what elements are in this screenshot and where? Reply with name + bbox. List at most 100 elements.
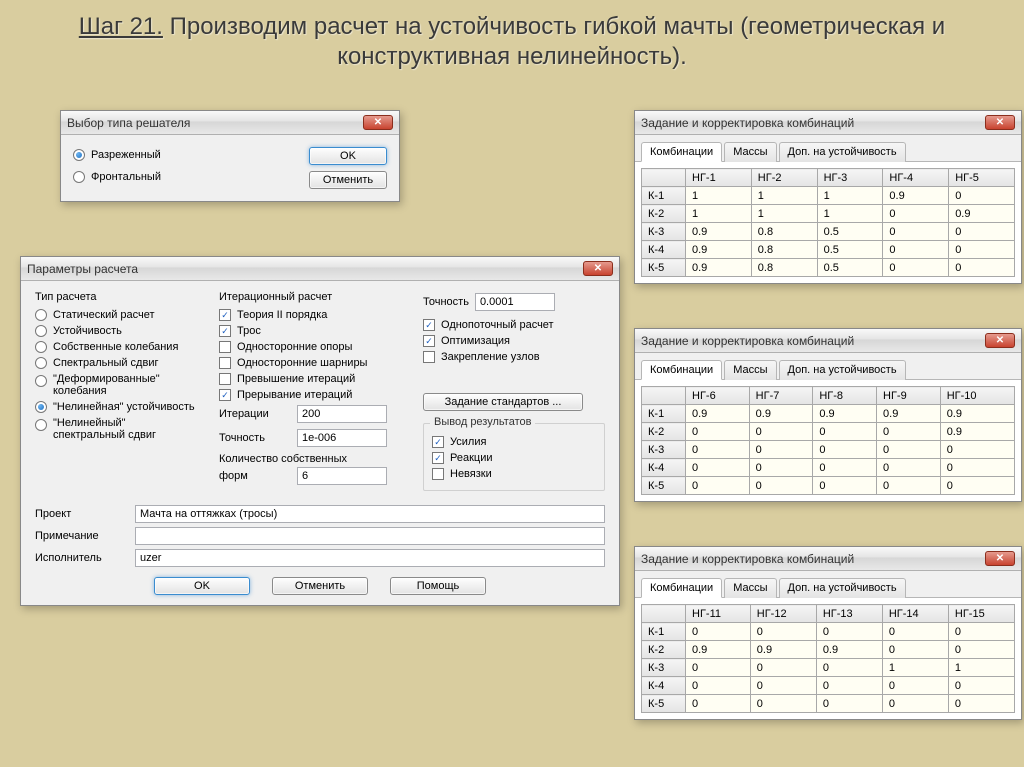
cell[interactable]: 0: [883, 205, 949, 223]
radio-stability[interactable]: Устойчивость: [35, 325, 205, 337]
cell[interactable]: 0: [816, 623, 882, 641]
cell[interactable]: 0: [813, 423, 877, 441]
cell[interactable]: 0: [813, 477, 877, 495]
cell[interactable]: 1: [817, 205, 883, 223]
user-input[interactable]: [135, 549, 605, 567]
cell[interactable]: 1: [751, 187, 817, 205]
cell[interactable]: 0: [949, 187, 1015, 205]
close-icon[interactable]: ✕: [985, 333, 1015, 348]
cell[interactable]: 0.8: [751, 241, 817, 259]
cell[interactable]: 0: [686, 659, 751, 677]
cell[interactable]: 0: [686, 477, 750, 495]
radio-nonlinear-stability[interactable]: "Нелинейная" устойчивость: [35, 401, 205, 413]
titlebar[interactable]: Задание и корректировка комбинаций ✕: [635, 111, 1021, 135]
cell[interactable]: 0.9: [749, 405, 813, 423]
check-cable[interactable]: Трос: [219, 325, 409, 337]
cell[interactable]: 0: [816, 677, 882, 695]
cell[interactable]: 0: [948, 623, 1014, 641]
tab-masses[interactable]: Массы: [724, 142, 776, 162]
cell[interactable]: 1: [686, 205, 752, 223]
cell[interactable]: 0.9: [686, 641, 751, 659]
tab-masses[interactable]: Массы: [724, 360, 776, 380]
table-row[interactable]: К-200000.9: [642, 423, 1015, 441]
cell[interactable]: 0.9: [686, 259, 752, 277]
table-row[interactable]: К-10.90.90.90.90.9: [642, 405, 1015, 423]
cell[interactable]: 0: [882, 677, 948, 695]
cell[interactable]: 0: [749, 423, 813, 441]
cell[interactable]: 0: [877, 441, 941, 459]
cell[interactable]: 0: [948, 695, 1014, 713]
radio-sparse[interactable]: Разреженный: [73, 149, 285, 161]
check-iter-break[interactable]: Прерывание итераций: [219, 389, 409, 401]
cell[interactable]: 0: [749, 459, 813, 477]
titlebar[interactable]: Выбор типа решателя ✕: [61, 111, 399, 135]
iterations-input[interactable]: [297, 405, 387, 423]
check-forces[interactable]: Усилия: [432, 436, 596, 448]
check-oneside-supports[interactable]: Односторонние опоры: [219, 341, 409, 353]
titlebar[interactable]: Задание и корректировка комбинаций ✕: [635, 329, 1021, 353]
table-row[interactable]: К-40.90.80.500: [642, 241, 1015, 259]
help-button[interactable]: Помощь: [390, 577, 486, 595]
titlebar[interactable]: Параметры расчета ✕: [21, 257, 619, 281]
tab-masses[interactable]: Массы: [724, 578, 776, 598]
cell[interactable]: 0: [949, 241, 1015, 259]
cell[interactable]: 1: [817, 187, 883, 205]
cell[interactable]: 0.9: [686, 223, 752, 241]
check-reactions[interactable]: Реакции: [432, 452, 596, 464]
cell[interactable]: 0: [813, 459, 877, 477]
precision-input[interactable]: [475, 293, 555, 311]
cell[interactable]: 0.9: [940, 423, 1014, 441]
table-row[interactable]: К-100000: [642, 623, 1015, 641]
cell[interactable]: 0: [949, 223, 1015, 241]
cell[interactable]: 0: [686, 459, 750, 477]
cell[interactable]: 0.9: [750, 641, 816, 659]
cell[interactable]: 0.9: [686, 241, 752, 259]
cell[interactable]: 1: [948, 659, 1014, 677]
tab-stability[interactable]: Доп. на устойчивость: [779, 360, 906, 380]
table-row[interactable]: К-211100.9: [642, 205, 1015, 223]
check-fix-nodes[interactable]: Закрепление узлов: [423, 351, 605, 363]
close-icon[interactable]: ✕: [583, 261, 613, 276]
cell[interactable]: 0.9: [816, 641, 882, 659]
cell[interactable]: 0: [686, 695, 751, 713]
cell[interactable]: 0: [883, 241, 949, 259]
standards-button[interactable]: Задание стандартов ...: [423, 393, 583, 411]
combos-table-2[interactable]: НГ-6НГ-7НГ-8НГ-9НГ-10К-10.90.90.90.90.9К…: [641, 386, 1015, 495]
cancel-button[interactable]: Отменить: [309, 171, 387, 189]
note-input[interactable]: [135, 527, 605, 545]
cell[interactable]: 0: [750, 695, 816, 713]
cell[interactable]: 0.9: [940, 405, 1014, 423]
table-row[interactable]: К-300000: [642, 441, 1015, 459]
cell[interactable]: 0: [813, 441, 877, 459]
project-input[interactable]: [135, 505, 605, 523]
tab-stability[interactable]: Доп. на устойчивость: [779, 142, 906, 162]
cell[interactable]: 0: [686, 441, 750, 459]
check-optimization[interactable]: Оптимизация: [423, 335, 605, 347]
cell[interactable]: 0.9: [686, 405, 750, 423]
cell[interactable]: 0.8: [751, 259, 817, 277]
cell[interactable]: 0.9: [949, 205, 1015, 223]
cell[interactable]: 0: [750, 659, 816, 677]
eigen-count-input[interactable]: [297, 467, 387, 485]
table-row[interactable]: К-500000: [642, 695, 1015, 713]
table-row[interactable]: К-300011: [642, 659, 1015, 677]
check-residuals[interactable]: Невязки: [432, 468, 596, 480]
ok-button[interactable]: OK: [154, 577, 250, 595]
cell[interactable]: 0: [750, 623, 816, 641]
cell[interactable]: 1: [686, 187, 752, 205]
cell[interactable]: 0: [816, 659, 882, 677]
cell[interactable]: 0: [882, 695, 948, 713]
cell[interactable]: 0: [940, 459, 1014, 477]
cell[interactable]: 0: [940, 441, 1014, 459]
cell[interactable]: 0.5: [817, 223, 883, 241]
iter-precision-input[interactable]: [297, 429, 387, 447]
check-oneside-hinges[interactable]: Односторонние шарниры: [219, 357, 409, 369]
cell[interactable]: 1: [751, 205, 817, 223]
table-row[interactable]: К-500000: [642, 477, 1015, 495]
cell[interactable]: 0: [749, 441, 813, 459]
table-row[interactable]: К-20.90.90.900: [642, 641, 1015, 659]
cell[interactable]: 0: [948, 641, 1014, 659]
close-icon[interactable]: ✕: [363, 115, 393, 130]
radio-eigen[interactable]: Собственные колебания: [35, 341, 205, 353]
radio-deformed[interactable]: "Деформированные"колебания: [35, 373, 205, 397]
